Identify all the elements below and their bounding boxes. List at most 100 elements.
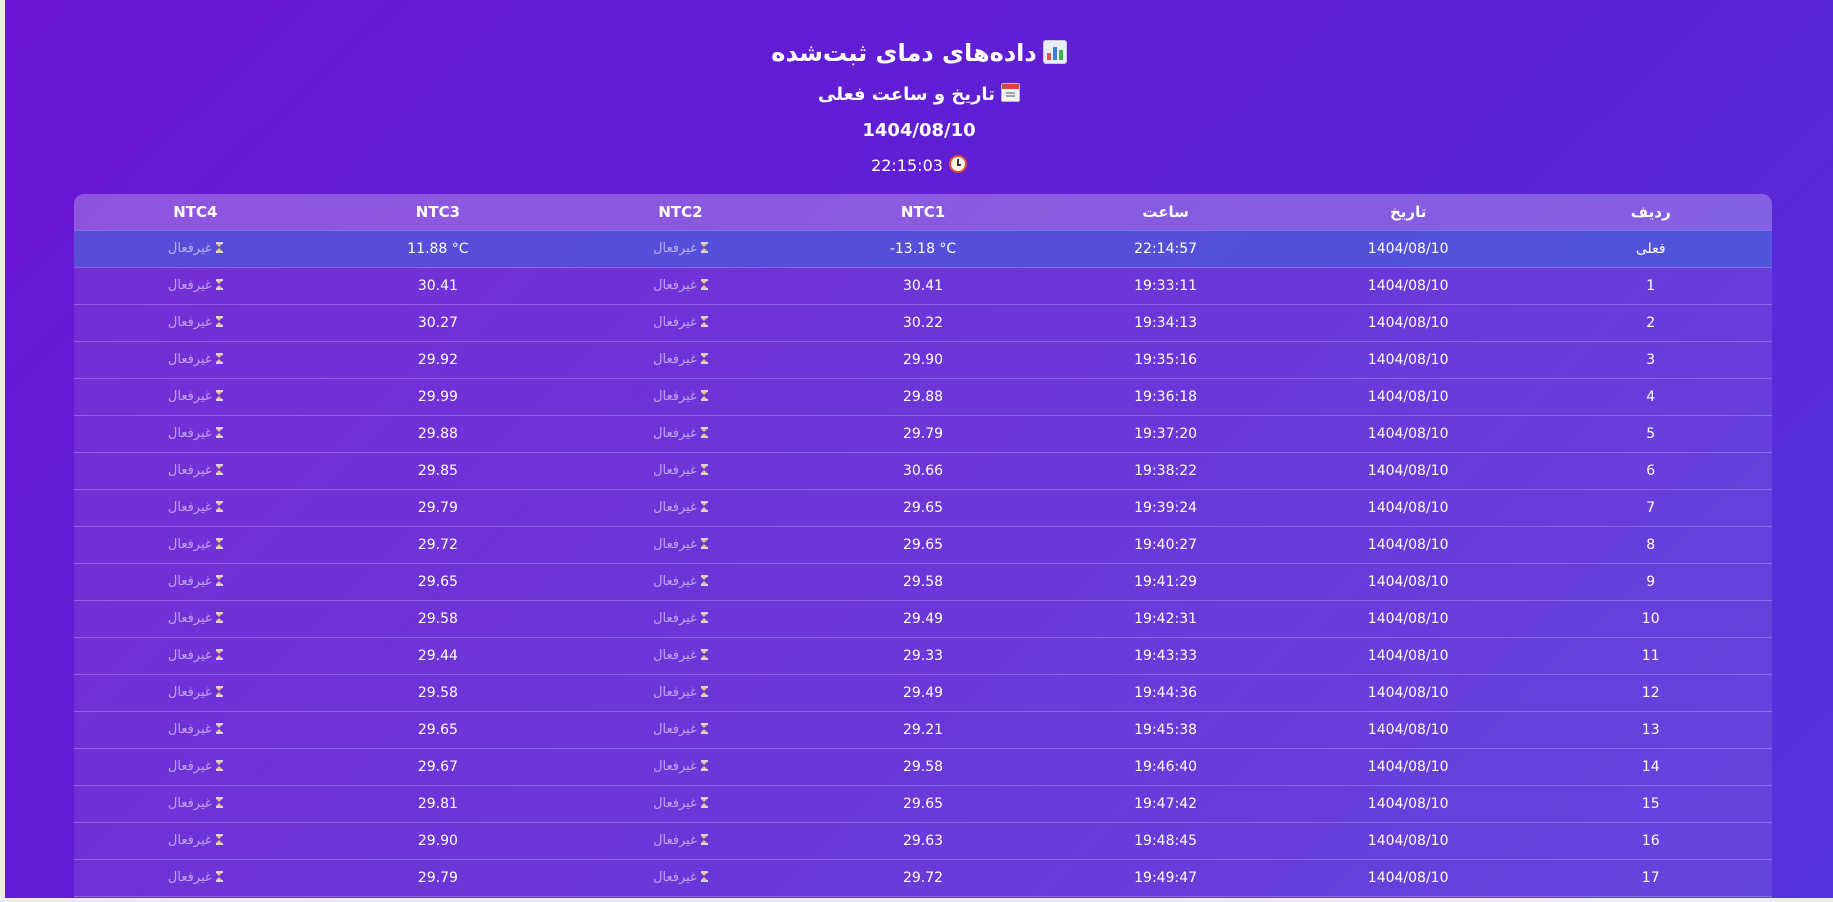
cell-date: 1404/08/10 [1286, 673, 1530, 711]
table-row: 3 1404/08/10 19:35:16 29.90 غیرفعال 29.92 غیرف… [74, 340, 1772, 378]
cell-value: 30.41 [902, 277, 944, 294]
calendar-icon [1000, 83, 1020, 102]
cell-ntc4: غیرفعال [74, 414, 317, 452]
cell-ntc1: 29.63 [801, 821, 1045, 859]
cell-value: 19:44:36 [1134, 684, 1198, 701]
hourglass-icon [700, 353, 708, 364]
cell-row: 10 [1529, 599, 1772, 637]
hourglass-icon [215, 427, 223, 438]
cell-row: 16 [1529, 821, 1772, 859]
cell-value: 9 [1646, 573, 1656, 590]
cell-ntc4: غیرفعال [74, 636, 317, 674]
cell-row: 8 [1529, 525, 1772, 563]
hourglass-icon [700, 871, 708, 882]
cell-ntc1: 29.49 [801, 673, 1045, 711]
cell-value: 29.21 [902, 721, 944, 738]
cell-date: 1404/08/10 [1286, 636, 1530, 674]
inactive-label: غیرفعال [653, 833, 697, 848]
cell-date: 1404/08/10 [1286, 340, 1530, 378]
inactive-label: غیرفعال [653, 722, 697, 737]
hourglass-icon [215, 575, 223, 586]
hourglass-icon [700, 760, 708, 771]
cell-time: 19:33:11 [1044, 266, 1287, 304]
table-row: 7 1404/08/10 19:39:24 29.65 غیرفعال 29.79 غیرف… [74, 488, 1772, 526]
table-row: 5 1404/08/10 19:37:20 29.79 غیرفعال 29.88 غیرف… [74, 414, 1772, 452]
inactive-label: غیرفعال [653, 352, 697, 367]
cell-value: 29.79 [902, 425, 944, 442]
cell-value: 29.72 [417, 536, 458, 553]
cell-ntc1: -13.18 °C [801, 229, 1045, 267]
cell-ntc3: 29.65 [316, 710, 560, 748]
column-header-date: تاریخ [1389, 202, 1427, 221]
cell-value: 1404/08/10 [1367, 536, 1449, 553]
cell-ntc4: غیرفعال [74, 451, 317, 489]
cell-value: 29.33 [902, 647, 944, 664]
cell-ntc4: غیرفعال [74, 673, 317, 711]
cell-ntc1: 29.88 [801, 377, 1045, 415]
cell-value: 19:48:45 [1134, 832, 1198, 849]
hourglass-icon [215, 686, 223, 697]
cell-row: 4 [1529, 377, 1772, 415]
column-header-ntc2: NTC2 [658, 202, 703, 221]
cell-time: 19:48:45 [1044, 821, 1287, 859]
cell-ntc1: 29.49 [801, 599, 1045, 637]
inactive-label: غیرفعال [167, 352, 212, 367]
cell-ntc3: 29.44 [316, 636, 560, 674]
inactive-label: غیرفعال [167, 611, 212, 626]
inactive-label: غیرفعال [167, 241, 212, 256]
cell-value: 1404/08/10 [1367, 832, 1449, 849]
cell-value: 29.44 [417, 647, 458, 664]
cell-value: 30.66 [902, 462, 944, 479]
cell-ntc4: غیرفعال [74, 821, 317, 859]
cell-date: 1404/08/10 [1286, 377, 1530, 415]
cell-value: 19:34:13 [1134, 314, 1198, 331]
column-header-row: ردیف [1630, 202, 1671, 221]
hourglass-icon [215, 538, 223, 549]
cell-ntc4: غیرفعال [74, 229, 317, 267]
cell-ntc3: 29.85 [316, 451, 560, 489]
cell-ntc4: غیرفعال [74, 562, 317, 600]
hourglass-icon [700, 464, 708, 475]
cell-value: 1 [1646, 277, 1656, 294]
inactive-label: غیرفعال [167, 685, 212, 700]
hourglass-icon [700, 797, 708, 808]
cell-value: فعلی [1635, 240, 1666, 257]
cell-ntc3: 30.41 [316, 266, 560, 304]
cell-ntc2: غیرفعال [559, 266, 802, 304]
inactive-label: غیرفعال [653, 241, 697, 256]
table-row: 16 1404/08/10 19:48:45 29.63 غیرفعال 29.90 غیر… [74, 821, 1772, 859]
cell-row: 14 [1529, 747, 1772, 785]
inactive-label: غیرفعال [653, 463, 697, 478]
cell-ntc2: غیرفعال [559, 784, 802, 822]
cell-value: 1404/08/10 [1367, 758, 1449, 775]
inactive-label: غیرفعال [167, 426, 212, 441]
cell-row: 1 [1529, 266, 1772, 304]
cell-value: 1404/08/10 [1367, 240, 1449, 257]
cell-ntc3: 29.58 [316, 599, 560, 637]
cell-date: 1404/08/10 [1286, 303, 1530, 341]
inactive-label: غیرفعال [653, 796, 697, 811]
cell-value: 19:41:29 [1134, 573, 1198, 590]
cell-value: 29.85 [417, 462, 458, 479]
cell-value: 12 [1641, 684, 1660, 701]
cell-value: 1404/08/10 [1367, 277, 1449, 294]
inactive-label: غیرفعال [167, 648, 212, 663]
hourglass-icon [700, 242, 708, 253]
cell-value: 29.63 [902, 832, 944, 849]
cell-value: 29.88 [417, 425, 458, 442]
cell-value: 29.92 [417, 351, 458, 368]
cell-ntc3: 29.92 [316, 340, 560, 378]
cell-time: 19:36:18 [1044, 377, 1287, 415]
cell-value: 5 [1646, 425, 1656, 442]
cell-ntc2: غیرفعال [559, 673, 802, 711]
cell-value: 22:14:57 [1134, 240, 1198, 257]
cell-ntc1: 30.22 [801, 303, 1045, 341]
temperature-table: ردیف تاریخ ساعت NTC1 NTC2 NTC3 NTC4 فعلی… [74, 194, 1772, 898]
table-header-row: ردیف تاریخ ساعت NTC1 NTC2 NTC3 NTC4 [74, 194, 1772, 230]
hourglass-icon [215, 834, 223, 845]
cell-date: 1404/08/10 [1286, 599, 1530, 637]
column-header-ntc3: NTC3 [415, 202, 461, 221]
cell-ntc2: غیرفعال [559, 451, 802, 489]
inactive-label: غیرفعال [653, 278, 697, 293]
hourglass-icon [700, 427, 708, 438]
